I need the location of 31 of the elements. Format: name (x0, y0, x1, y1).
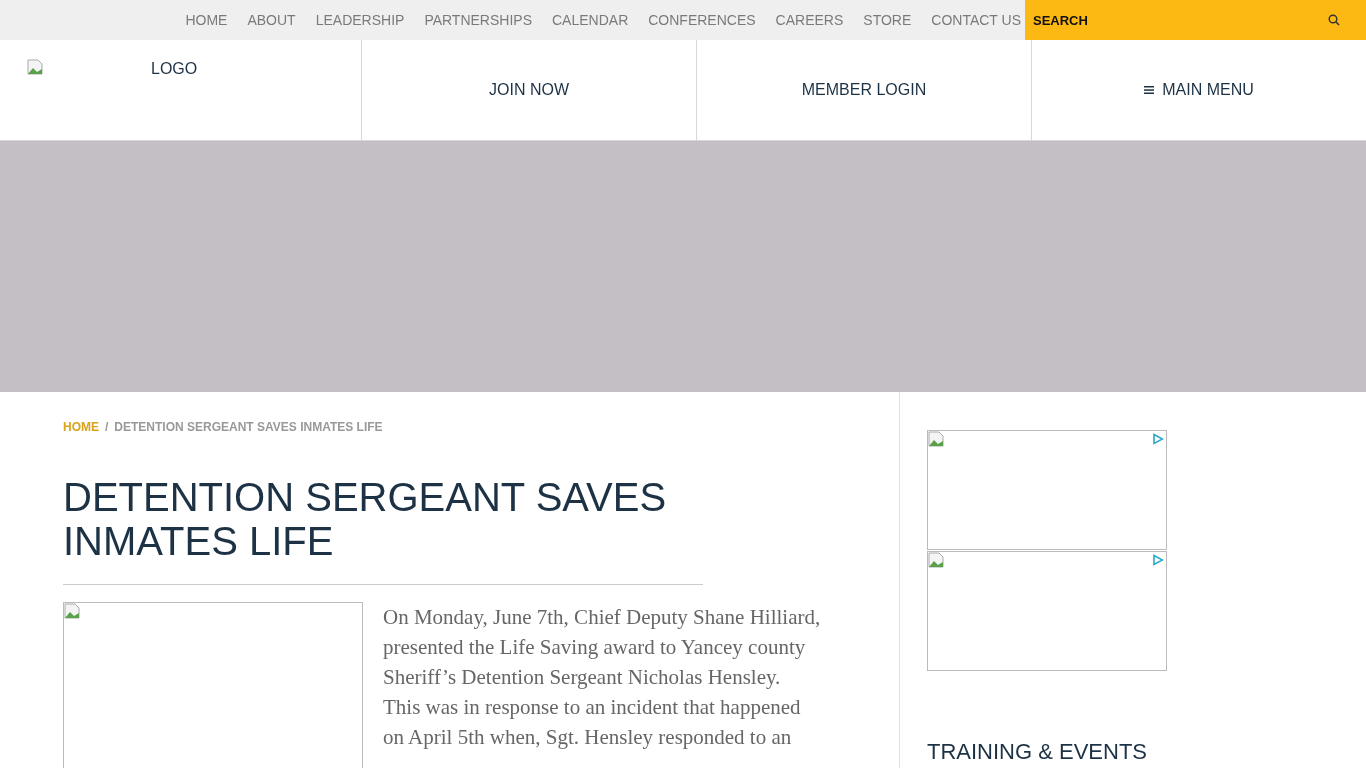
broken-image-icon (928, 431, 944, 447)
article-title: DETENTION SERGEANT SAVES INMATES LIFE (63, 475, 703, 585)
play-triangle-icon[interactable] (1152, 433, 1164, 445)
broken-image-icon (928, 552, 944, 568)
nav-link[interactable]: HOME (185, 12, 228, 28)
nav-link[interactable]: CAREERS (775, 12, 844, 28)
main-menu-button[interactable]: MAIN MENU (1032, 40, 1366, 140)
nav-link[interactable]: LEADERSHIP (315, 12, 405, 28)
search-input[interactable]: SEARCH (1033, 12, 1328, 28)
nav-link[interactable]: ABOUT (247, 12, 296, 28)
breadcrumb-current: DETENTION SERGEANT SAVES INMATES LIFE (114, 420, 383, 434)
menu-icon (1144, 85, 1155, 95)
section-heading: TRAINING & EVENTS (927, 739, 1149, 765)
play-triangle-icon[interactable] (1152, 554, 1164, 566)
join-now-link[interactable]: JOIN NOW (362, 40, 697, 140)
broken-image-icon (64, 603, 80, 619)
member-login-link[interactable]: MEMBER LOGIN (697, 40, 1032, 140)
nav-link[interactable]: STORE (863, 12, 912, 28)
logo-text[interactable]: LOGO (151, 60, 198, 78)
breadcrumb-separator: / (105, 420, 109, 434)
nav-link[interactable]: PARTNERSHIPS (424, 12, 532, 28)
ad-placeholder[interactable] (927, 430, 1167, 550)
search-field[interactable]: SEARCH (1025, 0, 1366, 40)
ad-placeholder[interactable] (927, 551, 1167, 671)
nav-link[interactable]: CONTACT US (931, 12, 1021, 28)
search-icon[interactable] (1328, 14, 1340, 26)
breadcrumb-link[interactable]: HOME (63, 420, 99, 434)
broken-image-icon (27, 59, 43, 75)
nav-link[interactable]: CALENDAR (552, 12, 629, 28)
nav-link[interactable]: CONFERENCES (648, 12, 756, 28)
article-paragraph: On Monday, June 7th, Chief Deputy Shane Hilliard, presented the Life Saving award to Yancey county Sheriff’s Detention Sergeant Nicholas Hensley. This was in response to an incident that happened on April 5th when, Sgt. Hensley responded to an (383, 604, 821, 751)
